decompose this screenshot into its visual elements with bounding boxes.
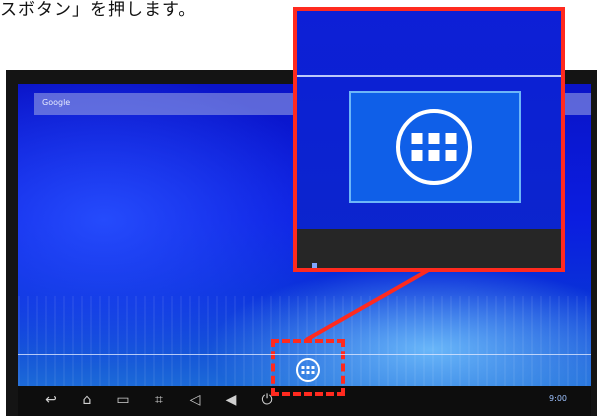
caption-text: スボタン」を押します。 [0, 0, 197, 20]
zoom-navbar [297, 229, 561, 268]
zoom-apps-panel [349, 91, 521, 203]
dock-divider [18, 354, 591, 355]
screenshot-icon[interactable]: ⌗ [148, 390, 170, 410]
apps-grid-icon-zoomed[interactable] [396, 109, 472, 185]
volume-down-icon[interactable]: ◁ [184, 390, 206, 410]
home-icon[interactable]: ⌂ [76, 390, 98, 410]
clock: 9:00 [549, 394, 567, 403]
volume-up-icon[interactable]: ◀ [220, 390, 242, 410]
apps-grid-icon[interactable] [296, 358, 320, 382]
zoom-divider [297, 75, 561, 77]
recent-apps-icon[interactable]: ▭ [112, 390, 134, 410]
zoom-nav-marker [312, 263, 317, 268]
search-bar-label: Google [42, 98, 71, 107]
back-icon[interactable]: ↩ [40, 390, 62, 410]
zoom-callout [293, 7, 565, 272]
